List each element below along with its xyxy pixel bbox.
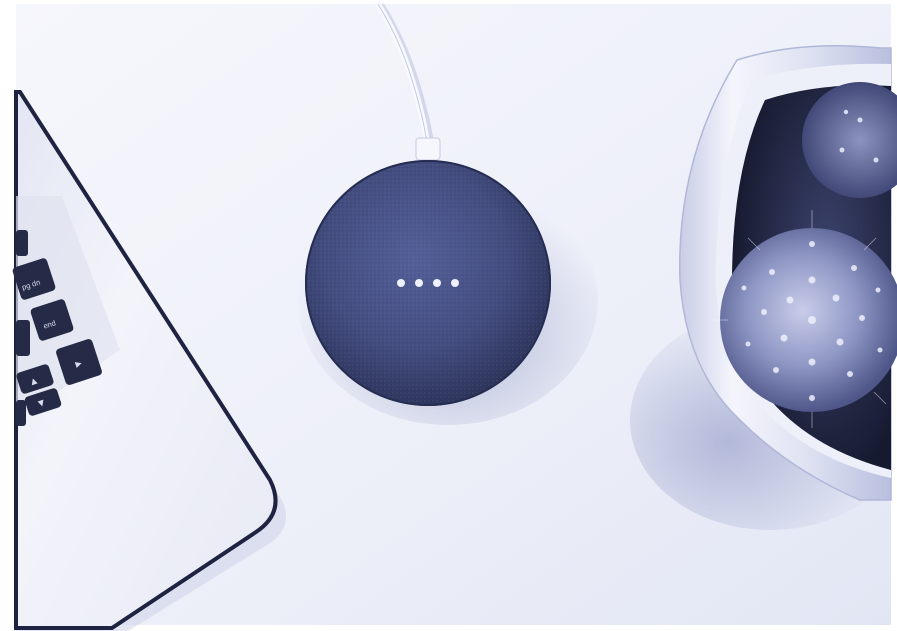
key-partial-top (16, 230, 28, 256)
led-4 (451, 279, 459, 287)
led-2 (415, 279, 423, 287)
frame-border-top (0, 0, 897, 4)
led-3 (433, 279, 441, 287)
led-1 (397, 279, 405, 287)
frame-border-left (0, 0, 16, 631)
key-partial-left (16, 400, 26, 426)
cable-plug (415, 137, 441, 161)
key-partial-mid (16, 320, 30, 356)
photo-scene: pg dn end ▲ ▼ ▶ (0, 0, 897, 631)
